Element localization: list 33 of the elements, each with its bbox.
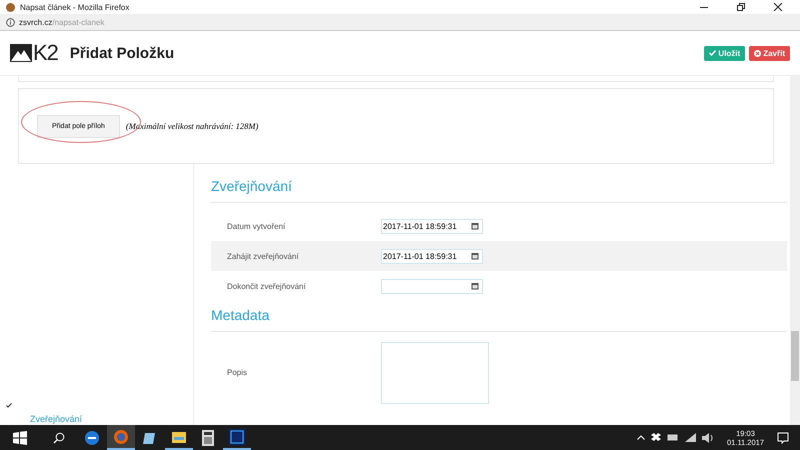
windows-start-icon[interactable] <box>13 430 27 444</box>
check-icon <box>6 403 12 408</box>
caret-up-icon[interactable] <box>637 435 646 440</box>
date-field[interactable]: 2017-11-01 18:59:31 <box>381 218 483 234</box>
search-icon[interactable] <box>53 432 65 444</box>
speaker-icon[interactable] <box>702 432 714 442</box>
calendar-icon[interactable] <box>471 222 479 230</box>
wifi-icon[interactable] <box>685 433 696 442</box>
close-circle-icon <box>754 50 762 56</box>
window-title: Napsat článek - Mozilla Firefox <box>20 2 130 12</box>
upload-size-note: (Maximální velikost nahrávání: 128M) <box>126 121 258 131</box>
info-icon[interactable] <box>6 18 15 26</box>
field-label: Dokončit zveřejňování <box>227 282 307 290</box>
calculator-icon <box>202 430 214 446</box>
mountain-logo-icon <box>10 44 32 62</box>
close-button[interactable]: Zavřít <box>749 46 790 60</box>
date-field[interactable]: 2017-11-01 18:59:31 <box>381 248 483 264</box>
calendar-icon[interactable] <box>471 252 479 260</box>
page-title: Přidat Položku <box>70 44 174 62</box>
k2-logo-text: K2 <box>33 40 58 66</box>
ps-square-icon <box>229 428 245 444</box>
check-icon <box>709 50 716 56</box>
scrollbar-thumb[interactable] <box>791 331 799 381</box>
section-title: Metadata <box>211 301 787 332</box>
section-title: Zveřejňování <box>211 172 787 203</box>
field-label: Zahájit zveřejňování <box>227 252 300 260</box>
battery-icon[interactable] <box>667 434 680 441</box>
url-text[interactable]: zsvrch.cz/napsat-clanek <box>19 18 104 26</box>
field-label: Popis <box>227 368 248 377</box>
field-label: Datum vytvoření <box>227 222 286 230</box>
date-field[interactable] <box>381 278 483 294</box>
calendar-icon[interactable] <box>471 282 479 290</box>
notification-icon[interactable] <box>777 432 789 444</box>
